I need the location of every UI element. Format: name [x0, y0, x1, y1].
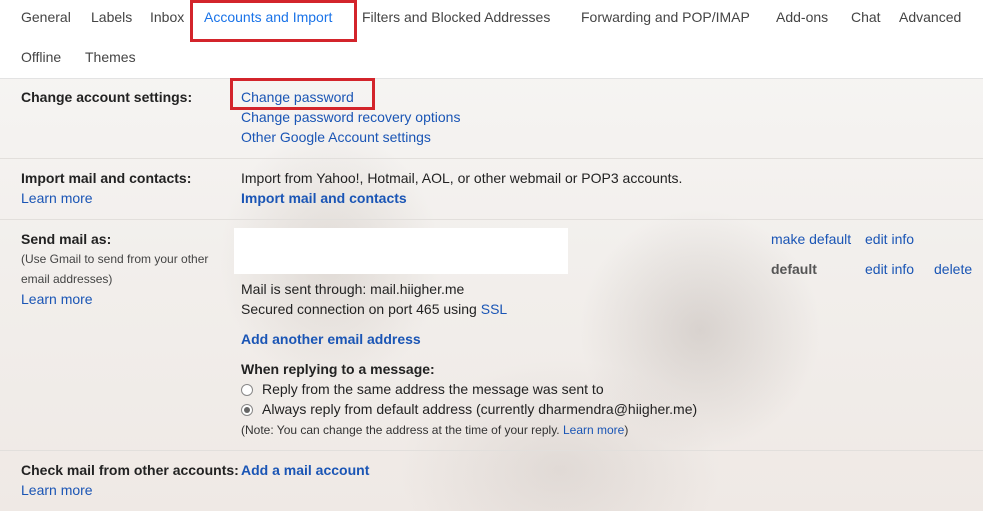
- settings-tabs: General Labels Inbox Accounts and Import…: [0, 0, 983, 79]
- tab-chat[interactable]: Chat: [851, 5, 881, 29]
- change-password-recovery-link[interactable]: Change password recovery options: [241, 109, 460, 125]
- highlight-box-tab: [190, 0, 357, 42]
- reply-same-address-radio[interactable]: [241, 384, 253, 396]
- redacted-email-area: [234, 228, 568, 274]
- edit-info-link[interactable]: edit info: [865, 261, 914, 277]
- reply-note-learn-more-link[interactable]: Learn more: [563, 423, 624, 437]
- tab-general[interactable]: General: [21, 5, 71, 29]
- tab-filters-and-blocked-addresses[interactable]: Filters and Blocked Addresses: [362, 5, 550, 29]
- import-learn-more-link[interactable]: Learn more: [21, 190, 93, 206]
- reply-note-suffix: ): [624, 423, 629, 437]
- section-divider: [0, 450, 983, 451]
- section-divider: [0, 219, 983, 220]
- tab-inbox[interactable]: Inbox: [150, 5, 184, 29]
- tab-add-ons[interactable]: Add-ons: [776, 5, 828, 29]
- reply-same-address-label: Reply from the same address the message …: [262, 381, 604, 397]
- tab-themes[interactable]: Themes: [85, 45, 136, 69]
- default-status: default: [771, 261, 817, 277]
- change-account-settings-label: Change account settings:: [21, 89, 193, 105]
- secured-connection-text: Secured connection on port 465 using SSL: [241, 301, 507, 317]
- send-mail-as-sublabel: email addresses): [21, 272, 113, 286]
- tab-offline[interactable]: Offline: [21, 45, 61, 69]
- other-google-account-settings-link[interactable]: Other Google Account settings: [241, 129, 431, 145]
- reply-heading: When replying to a message:: [241, 361, 435, 377]
- secured-connection-prefix: Secured connection on port 465 using: [241, 301, 481, 317]
- send-mail-as-sublabel: (Use Gmail to send from your other: [21, 252, 209, 266]
- tab-forwarding-and-pop-imap[interactable]: Forwarding and POP/IMAP: [581, 5, 750, 29]
- tab-advanced[interactable]: Advanced: [899, 5, 961, 29]
- check-mail-label: Check mail from other accounts:: [21, 462, 239, 478]
- tab-labels[interactable]: Labels: [91, 5, 132, 29]
- send-mail-learn-more-link[interactable]: Learn more: [21, 291, 93, 307]
- import-mail-and-contacts-link[interactable]: Import mail and contacts: [241, 190, 407, 206]
- reply-default-address-label: Always reply from default address (curre…: [262, 401, 698, 417]
- reply-note: (Note: You can change the address at the…: [241, 423, 628, 437]
- send-mail-as-label: Send mail as:: [21, 231, 112, 247]
- ssl-link[interactable]: SSL: [481, 301, 507, 317]
- reply-note-prefix: (Note: You can change the address at the…: [241, 423, 563, 437]
- section-divider: [0, 158, 983, 159]
- add-another-email-link[interactable]: Add another email address: [241, 331, 421, 347]
- mail-sent-through: Mail is sent through: mail.hiigher.me: [241, 281, 465, 297]
- make-default-link[interactable]: make default: [771, 231, 851, 247]
- edit-info-link[interactable]: edit info: [865, 231, 914, 247]
- import-description: Import from Yahoo!, Hotmail, AOL, or oth…: [241, 170, 683, 186]
- delete-link[interactable]: delete: [934, 261, 972, 277]
- check-mail-learn-more-link[interactable]: Learn more: [21, 482, 93, 498]
- highlight-box-change-password: [230, 78, 375, 110]
- import-mail-label: Import mail and contacts:: [21, 170, 192, 186]
- add-mail-account-link[interactable]: Add a mail account: [241, 462, 369, 478]
- reply-default-address-radio[interactable]: [241, 404, 253, 416]
